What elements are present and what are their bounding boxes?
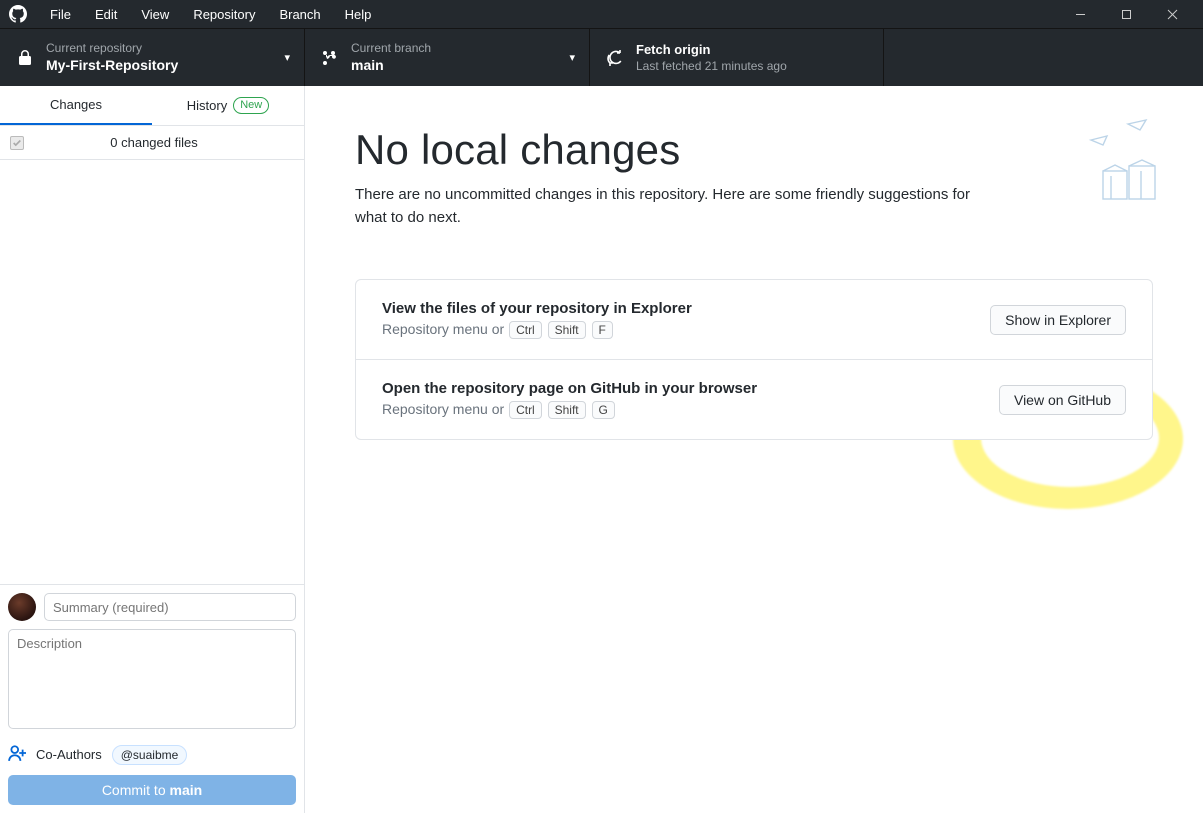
card-title: Open the repository page on GitHub in yo… bbox=[382, 380, 757, 397]
kbd: Shift bbox=[548, 321, 586, 339]
chevron-down-icon: ▾ bbox=[284, 51, 290, 64]
toolbar: Current repository My-First-Repository ▾… bbox=[0, 28, 1203, 86]
kbd: G bbox=[592, 401, 615, 419]
page-subtitle: There are no uncommitted changes in this… bbox=[355, 184, 985, 229]
kbd: Shift bbox=[548, 401, 586, 419]
commit-button[interactable]: Commit to main bbox=[8, 775, 296, 805]
commit-summary-input[interactable] bbox=[44, 593, 296, 621]
github-logo-icon bbox=[8, 4, 28, 24]
menu-file[interactable]: File bbox=[38, 0, 83, 28]
sidebar: Changes History New 0 changed files bbox=[0, 86, 305, 813]
current-branch-selector[interactable]: Current branch main ▾ bbox=[305, 29, 590, 86]
show-in-explorer-button[interactable]: Show in Explorer bbox=[990, 305, 1126, 335]
coauthors-label: Co-Authors bbox=[36, 747, 102, 762]
chevron-down-icon: ▾ bbox=[569, 51, 575, 64]
commit-form: Co-Authors @suaibme Commit to main bbox=[0, 584, 304, 813]
menu-view[interactable]: View bbox=[129, 0, 181, 28]
coauthor-chip[interactable]: @suaibme bbox=[112, 745, 188, 765]
changed-files-list bbox=[0, 160, 304, 584]
branch-label: Current branch bbox=[351, 41, 431, 55]
menubar: File Edit View Repository Branch Help bbox=[0, 0, 1203, 28]
sidebar-tabs: Changes History New bbox=[0, 86, 304, 126]
changed-files-count: 0 changed files bbox=[14, 135, 294, 150]
fetch-status: Last fetched 21 minutes ago bbox=[636, 59, 787, 73]
git-branch-icon bbox=[319, 50, 341, 66]
add-coauthor-icon[interactable] bbox=[8, 744, 26, 765]
commit-description-input[interactable] bbox=[8, 629, 296, 729]
window-controls bbox=[1057, 0, 1195, 28]
commit-button-branch: main bbox=[170, 782, 203, 798]
main-content: No local changes There are no uncommitte… bbox=[305, 86, 1203, 813]
kbd: Ctrl bbox=[509, 401, 542, 419]
changed-files-header: 0 changed files bbox=[0, 126, 304, 160]
kbd: Ctrl bbox=[509, 321, 542, 339]
close-button[interactable] bbox=[1149, 0, 1195, 28]
tab-changes[interactable]: Changes bbox=[0, 86, 152, 125]
tab-history-label: History bbox=[187, 98, 227, 113]
card-show-in-explorer: View the files of your repository in Exp… bbox=[356, 280, 1152, 359]
current-repository-selector[interactable]: Current repository My-First-Repository ▾ bbox=[0, 29, 305, 86]
avatar bbox=[8, 593, 36, 621]
decorative-illustration bbox=[1033, 116, 1173, 216]
card-hint: Repository menu or Ctrl Shift F bbox=[382, 321, 692, 339]
kbd: F bbox=[592, 321, 613, 339]
minimize-button[interactable] bbox=[1057, 0, 1103, 28]
menu-help[interactable]: Help bbox=[333, 0, 384, 28]
menu-branch[interactable]: Branch bbox=[267, 0, 332, 28]
view-on-github-button[interactable]: View on GitHub bbox=[999, 385, 1126, 415]
repo-name: My-First-Repository bbox=[46, 56, 178, 74]
maximize-button[interactable] bbox=[1103, 0, 1149, 28]
tab-history[interactable]: History New bbox=[152, 86, 304, 125]
menu-edit[interactable]: Edit bbox=[83, 0, 129, 28]
card-view-on-github: Open the repository page on GitHub in yo… bbox=[356, 359, 1152, 439]
suggestion-cards: View the files of your repository in Exp… bbox=[355, 279, 1153, 440]
card-title: View the files of your repository in Exp… bbox=[382, 300, 692, 317]
repo-label: Current repository bbox=[46, 41, 178, 55]
sync-icon bbox=[604, 50, 626, 66]
commit-button-prefix: Commit to bbox=[102, 782, 170, 798]
card-hint: Repository menu or Ctrl Shift G bbox=[382, 401, 757, 419]
lock-icon bbox=[14, 50, 36, 66]
menu-repository[interactable]: Repository bbox=[181, 0, 267, 28]
new-badge: New bbox=[233, 97, 269, 114]
fetch-origin-button[interactable]: Fetch origin Last fetched 21 minutes ago bbox=[590, 29, 884, 86]
fetch-label: Fetch origin bbox=[636, 42, 787, 59]
branch-name: main bbox=[351, 56, 431, 74]
